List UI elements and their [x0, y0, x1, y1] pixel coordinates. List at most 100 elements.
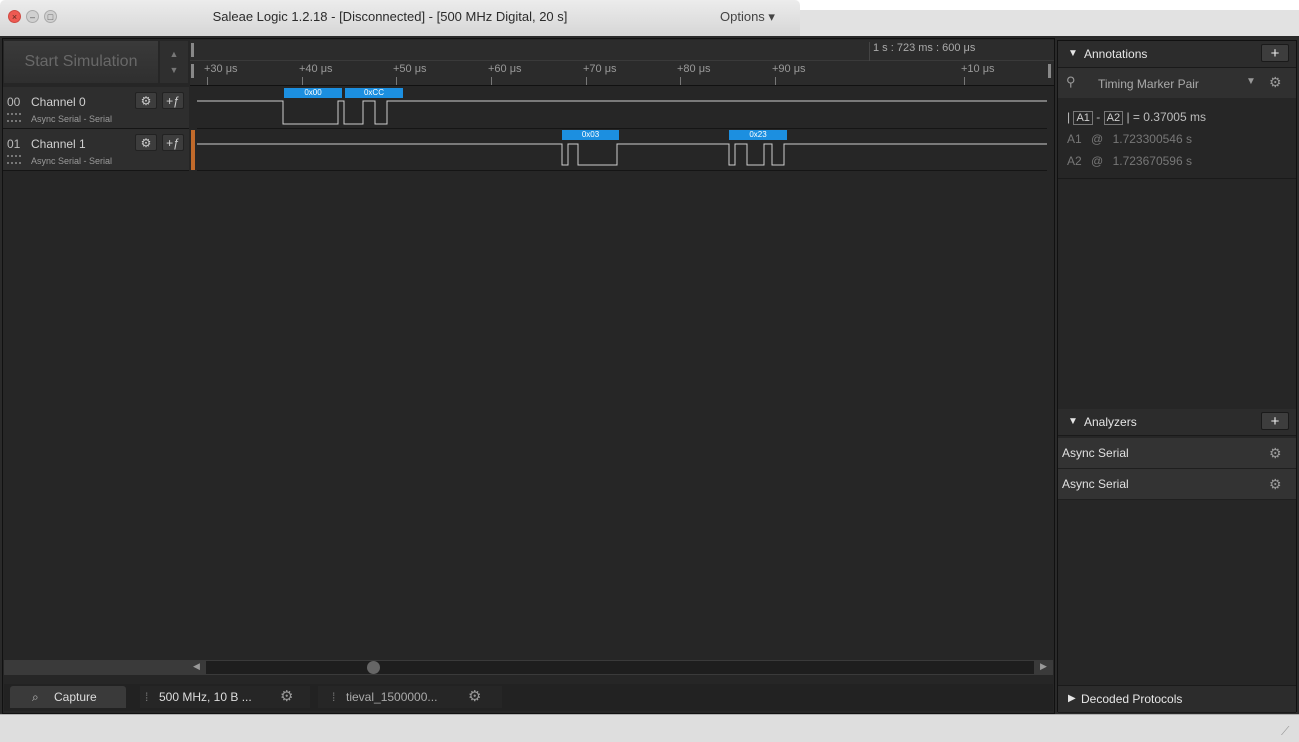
scroll-right-icon[interactable]: ▶ [1040, 661, 1047, 672]
marker-diff-value: 0.37005 ms [1143, 110, 1206, 124]
channel-number: 00 [7, 95, 21, 109]
diff-equals: = [1132, 110, 1140, 124]
scrollbar-thumb[interactable] [367, 661, 380, 674]
channel-trigger-button[interactable]: +ƒ [162, 134, 184, 151]
ruler-tick [680, 77, 681, 85]
gear-icon[interactable]: ⚙ [280, 686, 293, 708]
decoded-byte[interactable]: 0xCC [345, 88, 403, 98]
add-annotation-button[interactable]: + [1261, 44, 1289, 62]
status-bar [0, 714, 1299, 742]
marker-pair-name[interactable]: Timing Marker Pair [1098, 77, 1199, 91]
channel-name[interactable]: Channel 0 [31, 95, 86, 109]
maximize-window-button[interactable]: □ [44, 10, 57, 23]
ruler-tick-label: +40 μs [299, 63, 333, 75]
ruler-tick [302, 77, 303, 85]
ruler-tick-label: +80 μs [677, 63, 711, 75]
decoded-byte[interactable]: 0x23 [729, 130, 787, 140]
window-title: Saleae Logic 1.2.18 - [Disconnected] - [… [212, 9, 568, 24]
diff-dash: - [1096, 110, 1101, 124]
scroll-left-icon[interactable]: ◀ [193, 661, 200, 672]
chevron-down-icon[interactable]: ▼ [160, 65, 188, 75]
decoded-byte[interactable]: 0x00 [284, 88, 342, 98]
options-menu[interactable]: Options ▾ [720, 9, 775, 25]
marker-a2-label: A2 [1067, 154, 1082, 168]
tab-session-2[interactable]: ⁞ tieval_1500000... ⚙ [318, 686, 502, 708]
ruler-tick-label: +70 μs [583, 63, 617, 75]
drag-handle-icon: ⁞ [145, 690, 149, 704]
decoded-protocols-title: Decoded Protocols [1081, 692, 1183, 706]
marker-a1-row: A1 @ 1.723300546 s [1067, 132, 1192, 146]
at-symbol: @ [1091, 154, 1104, 168]
annotations-title: Annotations [1084, 47, 1148, 61]
collapse-triangle-icon[interactable]: ▼ [1068, 41, 1078, 67]
trigger-edge-icon: +ƒ [166, 136, 180, 150]
trigger-edge-icon: +ƒ [166, 94, 180, 108]
collapse-triangle-icon[interactable]: ▼ [1068, 409, 1078, 435]
marker-a1-badge: A1 [1073, 111, 1093, 125]
marker-a2-row: A2 @ 1.723670596 s [1067, 154, 1192, 168]
drag-handle-icon[interactable] [7, 113, 21, 122]
ruler-left-handle-icon[interactable] [191, 64, 194, 78]
time-readout: 1 s : 723 ms : 600 μs [873, 42, 976, 54]
scrollbar-track[interactable] [206, 661, 1034, 674]
close-window-button[interactable]: × [8, 10, 21, 23]
analyzer-item[interactable]: Async Serial ⚙ [1058, 469, 1296, 500]
ruler-tick-label: +10 μs [961, 63, 995, 75]
expand-triangle-icon[interactable]: ▶ [1068, 686, 1076, 712]
add-analyzer-button[interactable]: + [1261, 412, 1289, 430]
tab-capture[interactable]: ⌕ Capture [10, 686, 126, 708]
gear-icon: ⚙ [140, 94, 152, 108]
marker-a1-label: A1 [1067, 132, 1082, 146]
analyzers-title: Analyzers [1084, 415, 1137, 429]
marker-a2-time: 1.723670596 s [1112, 154, 1192, 168]
drag-handle-icon[interactable] [7, 155, 21, 164]
ruler-tick-label: +60 μs [488, 63, 522, 75]
analyzer-name: Async Serial [1062, 446, 1129, 460]
chevron-up-icon[interactable]: ▲ [160, 49, 188, 59]
start-simulation-button[interactable]: Start Simulation [4, 41, 158, 83]
ruler-tick-label: +30 μs [204, 63, 238, 75]
divider [1058, 178, 1296, 179]
dropdown-triangle-icon[interactable]: ▼ [1246, 76, 1256, 87]
ruler-tick [491, 77, 492, 85]
gear-icon: ⚙ [140, 136, 152, 150]
gear-icon[interactable]: ⚙ [468, 686, 481, 708]
title-bar-extension [800, 10, 1299, 37]
simulation-stepper[interactable]: ▲ ▼ [160, 41, 188, 83]
marker-a1-time: 1.723300546 s [1112, 132, 1192, 146]
marker-diff-row: | A1 - A2 | = 0.37005 ms [1067, 110, 1206, 125]
diff-bar: | [1067, 110, 1071, 124]
diff-bar: | [1126, 110, 1130, 124]
channel-settings-button[interactable]: ⚙ [135, 134, 157, 151]
marker-a2-badge: A2 [1103, 111, 1124, 125]
plus-icon: + [1270, 413, 1280, 430]
tab-session-1-label: 500 MHz, 10 B ... [159, 690, 252, 704]
channel-1-signal [197, 143, 1047, 166]
gear-icon[interactable]: ⚙ [1269, 438, 1282, 468]
ruler-right-handle-icon[interactable] [1048, 64, 1051, 78]
decoded-byte[interactable]: 0x03 [562, 130, 619, 140]
trigger-marker [191, 130, 195, 170]
gear-icon[interactable]: ⚙ [1269, 469, 1282, 499]
channel-analyzer-label: Async Serial - Serial [31, 114, 113, 124]
capture-search-icon: ⌕ [32, 690, 39, 704]
ruler-tick [964, 77, 965, 85]
minimize-window-button[interactable]: – [26, 10, 39, 23]
gear-icon[interactable]: ⚙ [1269, 74, 1282, 91]
plus-icon: + [1270, 45, 1280, 62]
channel-number: 01 [7, 137, 21, 151]
marker-handle-icon[interactable] [191, 43, 194, 57]
tab-capture-label: Capture [54, 690, 97, 704]
channel-analyzer-label: Async Serial - Serial [31, 156, 113, 166]
channel-trigger-button[interactable]: +ƒ [162, 92, 184, 109]
analyzer-name: Async Serial [1062, 477, 1129, 491]
tab-session-1[interactable]: ⁞ 500 MHz, 10 B ... ⚙ [140, 686, 310, 708]
ruler-tick [586, 77, 587, 85]
analyzer-item[interactable]: Async Serial ⚙ [1058, 438, 1296, 469]
ruler-tick-label: +50 μs [393, 63, 427, 75]
ruler-tick [775, 77, 776, 85]
channel-name[interactable]: Channel 1 [31, 137, 86, 151]
decoded-protocols-header[interactable]: ▶ Decoded Protocols [1058, 685, 1296, 713]
channel-settings-button[interactable]: ⚙ [135, 92, 157, 109]
resize-grip-icon[interactable]: ⟋ [1281, 724, 1289, 739]
